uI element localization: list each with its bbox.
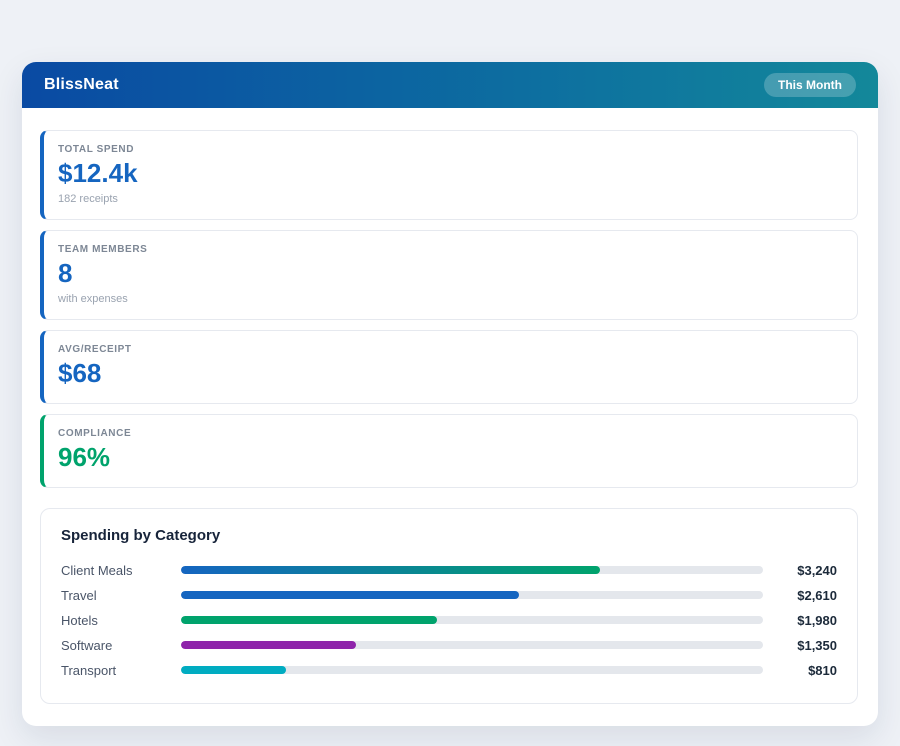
category-label: Software: [61, 637, 113, 653]
category-label: Client Meals: [61, 562, 133, 578]
stat-subtext: 182 receipts: [58, 192, 118, 205]
stat-value: $12.4k: [58, 158, 138, 188]
chart-row-hotels: Hotels $1,980: [61, 608, 837, 633]
stat-card-total-spend: TOTAL SPEND $12.4k 182 receipts: [40, 130, 858, 220]
period-badge[interactable]: This Month: [764, 73, 856, 97]
stat-label: TOTAL SPEND: [58, 144, 135, 155]
category-value: $1,350: [797, 637, 837, 653]
bar-track: [181, 591, 763, 600]
chart-row-travel: Travel $2,610: [61, 583, 837, 608]
bar-fill: [181, 616, 438, 625]
stat-label: TEAM MEMBERS: [58, 243, 148, 255]
category-label: Travel: [61, 587, 97, 603]
app-title: BlissNeat: [44, 76, 119, 93]
category-label: Transport: [61, 662, 117, 678]
category-label: Hotels: [61, 612, 98, 628]
category-value: $1,980: [797, 612, 837, 628]
stat-value: $68: [58, 357, 102, 388]
stat-card-compliance: COMPLIANCE 96%: [40, 413, 858, 488]
stat-card-avg-receipt: AVG/RECEIPT $68: [40, 329, 858, 404]
dashboard-card: BlissNeat This Month TOTAL SPEND $12.4k …: [22, 62, 878, 726]
stat-value: 96%: [58, 441, 111, 472]
chart-row-software: Software $1,350: [61, 633, 837, 658]
stat-card-team-members: TEAM MEMBERS 8 with expenses: [40, 229, 858, 320]
bar-fill: [181, 641, 356, 650]
stat-label: AVG/RECEIPT: [58, 343, 132, 355]
category-value: $3,240: [797, 562, 837, 578]
chart-row-transport: Transport $810: [61, 658, 837, 683]
stat-subtext: with expenses: [58, 292, 128, 305]
category-value: $810: [808, 662, 837, 678]
bar-track: [181, 616, 763, 625]
bar-track: [181, 666, 763, 675]
app-header: BlissNeat This Month: [22, 62, 878, 108]
bar-fill: [181, 591, 519, 600]
stat-value: 8: [58, 257, 73, 288]
dashboard-content: TOTAL SPEND $12.4k 182 receipts TEAM MEM…: [22, 108, 878, 726]
bar-fill: [181, 566, 601, 575]
bar-track: [181, 566, 763, 575]
bar-track: [181, 641, 763, 650]
chart-title: Spending by Category: [61, 526, 221, 544]
stat-label: COMPLIANCE: [58, 427, 132, 439]
chart-row-client-meals: Client Meals $3,240: [61, 558, 837, 583]
bar-fill: [181, 666, 286, 675]
spending-by-category-card: Spending by Category Client Meals $3,240…: [40, 507, 858, 704]
category-value: $2,610: [797, 587, 837, 603]
